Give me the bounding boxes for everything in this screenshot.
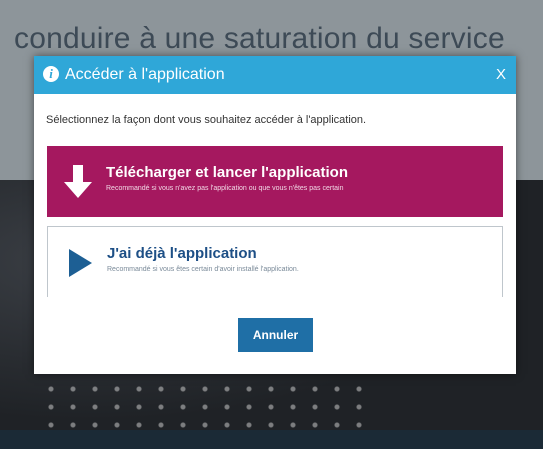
background-headline: conduire à une saturation du service xyxy=(14,22,505,55)
download-and-launch-option[interactable]: Télécharger et lancer l'application Reco… xyxy=(47,146,503,217)
close-button[interactable]: X xyxy=(496,65,506,85)
have-app-option-title: J'ai déjà l'application xyxy=(107,245,257,262)
access-application-dialog: i Accéder à l'application X Sélectionnez… xyxy=(34,56,516,374)
play-triangle-icon xyxy=(69,249,92,277)
screen: conduire à une saturation du service i A… xyxy=(0,0,543,449)
dialog-header: i Accéder à l'application X xyxy=(34,56,516,94)
download-option-title: Télécharger et lancer l'application xyxy=(106,164,348,181)
info-icon: i xyxy=(43,66,59,82)
dialog-instructions: Sélectionnez la façon dont vous souhaite… xyxy=(46,114,367,126)
download-option-subtitle: Recommandé si vous n'avez pas l'applicat… xyxy=(106,185,344,192)
cancel-button[interactable]: Annuler xyxy=(238,318,313,352)
download-arrow-icon xyxy=(64,165,92,198)
have-app-option-subtitle: Recommandé si vous êtes certain d'avoir … xyxy=(107,266,299,273)
dialog-title: Accéder à l'application xyxy=(65,66,225,83)
background-footer-band xyxy=(0,430,543,449)
already-have-application-option[interactable]: J'ai déjà l'application Recommandé si vo… xyxy=(47,226,503,297)
